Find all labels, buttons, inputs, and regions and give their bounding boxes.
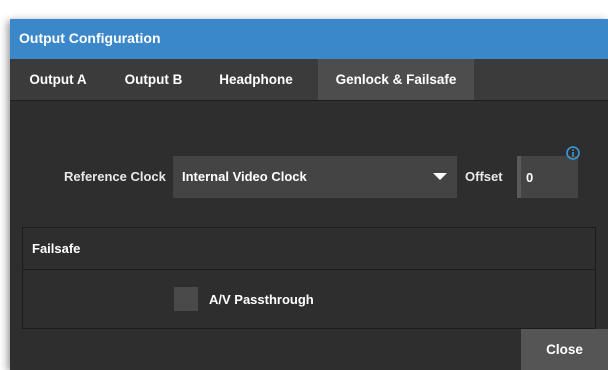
info-icon[interactable] — [566, 146, 580, 160]
tab-output-a[interactable]: Output A — [18, 59, 98, 100]
tab-output-b[interactable]: Output B — [111, 59, 196, 100]
tab-bar: Output A Output B Headphone Genlock & Fa… — [10, 59, 608, 101]
tab-headphone[interactable]: Headphone — [206, 59, 306, 100]
offset-field[interactable] — [517, 156, 578, 198]
failsafe-group: Failsafe A/V Passthrough — [22, 227, 596, 329]
failsafe-title: Failsafe — [32, 241, 81, 256]
close-button[interactable]: Close — [521, 329, 608, 370]
title-bar: Output Configuration — [10, 19, 608, 59]
reference-clock-dropdown[interactable]: Internal Video Clock — [173, 156, 457, 198]
dialog-title: Output Configuration — [19, 30, 161, 46]
tab-content: Reference Clock Internal Video Clock Off… — [10, 101, 608, 370]
reference-clock-value: Internal Video Clock — [182, 169, 307, 184]
av-passthrough-checkbox[interactable] — [174, 287, 198, 311]
reference-clock-label: Reference Clock — [64, 169, 166, 184]
failsafe-header: Failsafe — [23, 228, 595, 270]
av-passthrough-label: A/V Passthrough — [209, 292, 314, 307]
output-configuration-dialog: Output Configuration Output A Output B H… — [10, 19, 608, 370]
offset-field-edge — [517, 156, 521, 198]
chevron-down-icon — [433, 173, 447, 180]
offset-label: Offset — [465, 169, 503, 184]
tab-genlock-failsafe[interactable]: Genlock & Failsafe — [318, 59, 474, 100]
